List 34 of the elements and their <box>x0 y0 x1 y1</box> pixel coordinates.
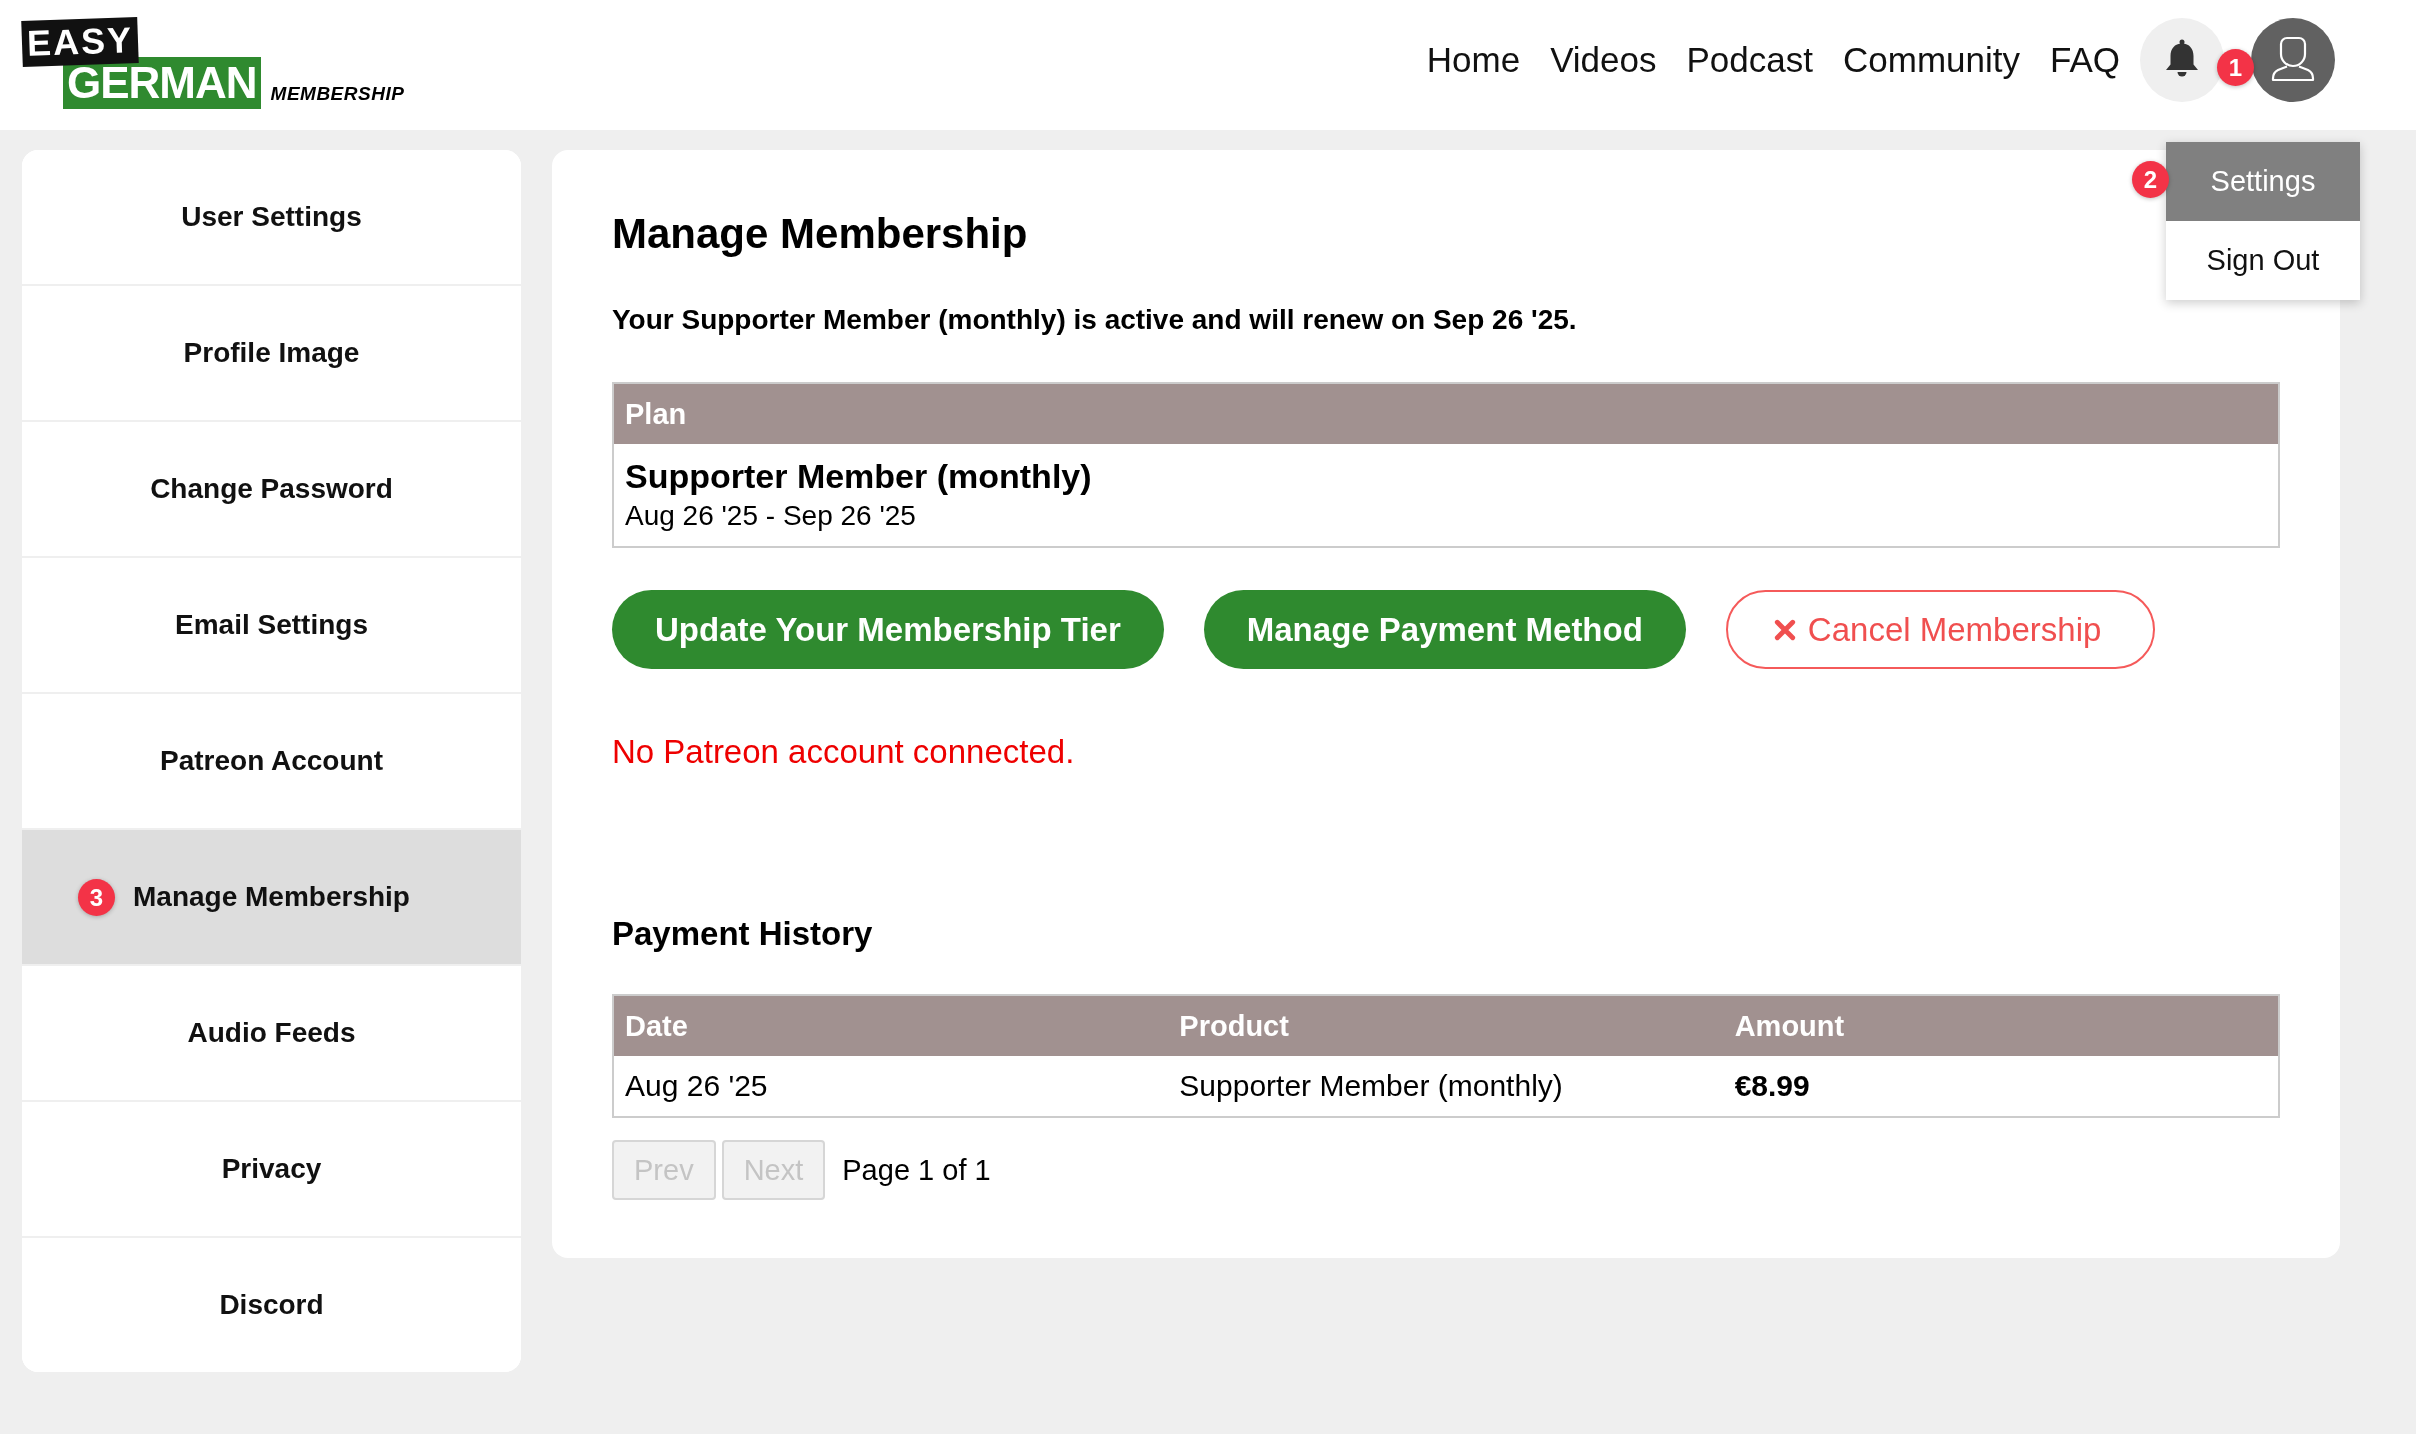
action-button[interactable]: Update Your Membership Tier <box>612 590 1164 669</box>
section-title: Payment History <box>612 914 873 954</box>
sidebar-item[interactable]: Discord <box>22 1236 521 1372</box>
table-cell: Aug 26 '25 <box>613 1056 1169 1117</box>
nav-link[interactable]: FAQ <box>2049 40 2120 80</box>
status-text: Your Supporter Member (monthly) is active and will renew on Sep 26 '25. <box>612 303 1577 337</box>
logo-tagline: MEMBERSHIP <box>270 83 405 105</box>
table-cell: €8.99 <box>1723 1056 2279 1117</box>
column-header: Plan <box>613 383 2279 444</box>
plan-period: Aug 26 '25 - Sep 26 '25 <box>625 499 916 533</box>
table-cell: Supporter Member (monthly) <box>1168 1056 1724 1117</box>
page-info: Page 1 of 1 <box>842 1153 991 1187</box>
action-button[interactable]: Manage Payment Method <box>1203 590 1686 669</box>
menu-item[interactable]: Sign Out <box>2166 221 2360 300</box>
notice-text: No Patreon account connected. <box>612 732 1075 772</box>
sidebar-item[interactable]: 3 Manage Membership <box>22 828 521 964</box>
menu-item[interactable]: Settings <box>2166 142 2360 221</box>
column-header: Date <box>613 995 1169 1056</box>
nav-link[interactable]: Podcast <box>1686 40 1813 80</box>
logo-wordmark: EASY <box>21 17 139 67</box>
plan-name: Supporter Member (monthly) <box>625 456 1092 497</box>
cross-icon <box>1773 618 1796 641</box>
step-marker: 3 <box>78 879 115 916</box>
avatar-icon[interactable] <box>2251 18 2335 102</box>
logo-wordmark: GERMAN <box>63 57 261 109</box>
column-header: Amount <box>1723 995 2279 1056</box>
bell-icon[interactable] <box>2140 18 2224 102</box>
column-header: Product <box>1168 995 1724 1056</box>
nav-link[interactable]: Videos <box>1550 40 1657 80</box>
nav-link[interactable]: Community <box>1843 40 2020 80</box>
cancel-button[interactable]: Cancel Membership <box>1725 590 2156 669</box>
step-marker: 1 <box>2217 49 2254 86</box>
nav-link[interactable]: Home <box>1426 40 1521 80</box>
page-title: Manage Membership <box>612 209 1028 259</box>
